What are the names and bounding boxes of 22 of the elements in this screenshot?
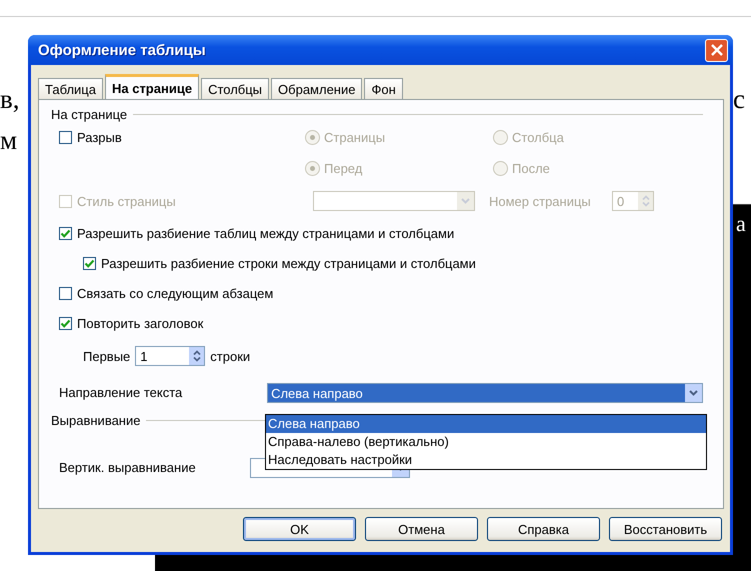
checkbox-label: Стиль страницы — [77, 194, 176, 208]
field-label: Первые — [83, 348, 130, 364]
field-label: Номер страницы — [489, 194, 592, 208]
document-text: с — [733, 86, 745, 113]
checkbox-label: Повторить заголовок — [77, 316, 204, 330]
section-heading: На странице — [51, 106, 128, 122]
document-text: a — [736, 213, 746, 235]
document-text: м — [0, 127, 18, 154]
checkbox-label: Разрешить разбиение таблиц между страницами и столбцами — [77, 226, 454, 240]
radio-label: Столбца — [512, 130, 564, 145]
section-heading: Выравнивание — [51, 412, 140, 428]
radio-label: Страницы — [324, 130, 386, 145]
field-label: Вертик. выравнивание — [59, 460, 197, 476]
radio-label: После — [512, 161, 550, 176]
checkbox-label: Разрыв — [77, 130, 122, 145]
field-suffix: строки — [210, 348, 250, 364]
checkbox-label: Разрешить разбиение строки между страницами и столбцами — [101, 256, 476, 270]
checkbox-label: Связать со следующим абзацем — [77, 286, 274, 300]
field-label: Направление текста — [59, 385, 184, 401]
window-title: Оформление таблицы — [38, 42, 206, 58]
radio-label: Перед — [324, 161, 362, 176]
document-text: в, — [0, 86, 20, 113]
